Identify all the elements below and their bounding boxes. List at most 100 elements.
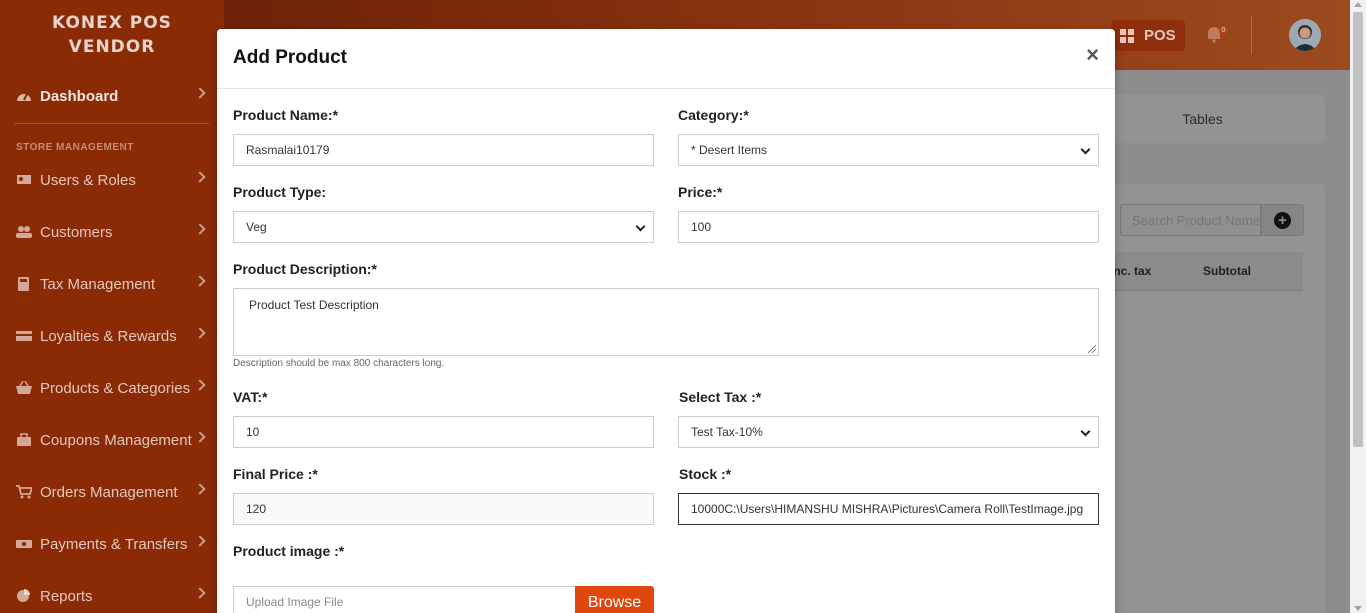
sidebar-item-coupons-management[interactable]: Coupons Management (0, 425, 224, 455)
vat-label: VAT:* (233, 389, 268, 405)
browse-button[interactable]: Browse (575, 586, 654, 613)
sidebar-divider (14, 123, 209, 124)
sidebar-item-dashboard[interactable]: Dashboard (0, 81, 224, 111)
chevron-right-icon (194, 223, 206, 235)
sidebar-item-label: Loyalties & Rewards (40, 327, 177, 345)
tab-tables[interactable]: Tables (1080, 94, 1325, 143)
add-product-modal: Add Product × Product Name:* Rasmalai101… (217, 29, 1115, 613)
select-tax-value: Test Tax-10% (691, 425, 763, 439)
brand-line-1: KONEX POS (52, 13, 172, 33)
product-type-select[interactable]: Veg (233, 211, 654, 243)
upload-image-input[interactable]: Upload Image File (233, 586, 576, 613)
sidebar-item-label: Reports (40, 587, 93, 605)
sidebar-item-label: Products & Categories (40, 379, 191, 397)
select-tax-select[interactable]: Test Tax-10% (678, 416, 1099, 448)
sidebar-item-payments-transfers[interactable]: Payments & Transfers (0, 529, 224, 559)
pos-label: POS (1144, 27, 1176, 44)
sidebar-item-loyalties-rewards[interactable]: Loyalties & Rewards (0, 321, 224, 351)
sidebar: KONEX POS VENDOR Dashboard STORE MANAGEM… (0, 0, 224, 613)
product-search: + (1120, 204, 1304, 236)
product-description-label: Product Description:* (233, 261, 377, 277)
description-help-text: Description should be max 800 characters… (233, 358, 445, 369)
chevron-right-icon (194, 327, 206, 339)
modal-header: Add Product × (217, 29, 1115, 89)
add-product-button[interactable]: + (1261, 204, 1304, 236)
product-description-value: Product Test Description (249, 298, 379, 312)
pie-chart-icon (17, 589, 30, 602)
product-name-value: Rasmalai10179 (246, 143, 330, 157)
sidebar-item-label: Users & Roles (40, 171, 136, 189)
modal-title: Add Product (233, 47, 347, 68)
brand-line-2: VENDOR (68, 37, 156, 57)
topbar-divider (1251, 16, 1252, 54)
sidebar-item-customers[interactable]: Customers (0, 217, 224, 247)
pos-button[interactable]: POS (1111, 20, 1185, 51)
category-select[interactable]: * Desert Items (678, 134, 1099, 166)
vat-input[interactable]: 10 (233, 416, 654, 448)
card-icon (16, 331, 32, 341)
calculator-icon (18, 277, 29, 291)
dashboard-icon (17, 93, 31, 101)
section-label: STORE MANAGEMENT (16, 142, 134, 153)
product-image-label: Product image :* (233, 543, 345, 559)
vat-value: 10 (246, 425, 260, 439)
avatar[interactable] (1289, 19, 1321, 51)
category-value: * Desert Items (691, 143, 768, 157)
stock-value: 10000C:\Users\HIMANSHU MISHRA\Pictures\C… (691, 502, 1084, 516)
chevron-right-icon (194, 275, 206, 287)
product-name-input[interactable]: Rasmalai10179 (233, 134, 654, 166)
product-type-value: Veg (246, 220, 267, 234)
notification-badge: 0 (1219, 26, 1228, 35)
briefcase-icon (17, 433, 31, 446)
sidebar-item-label: Tax Management (40, 275, 156, 293)
user-avatar-icon (1289, 19, 1321, 51)
chevron-down-icon (1080, 144, 1091, 155)
chevron-right-icon (194, 171, 206, 183)
sidebar-item-label: Customers (40, 223, 113, 241)
price-value: 100 (691, 220, 712, 234)
price-label: Price:* (678, 184, 723, 200)
upload-image-placeholder: Upload Image File (246, 595, 344, 609)
plus-circle-icon: + (1274, 211, 1291, 229)
tab-tables-label: Tables (1182, 110, 1223, 127)
chevron-down-icon (1080, 426, 1091, 437)
order-panel (1080, 184, 1325, 613)
scroll-down-icon[interactable] (1354, 606, 1362, 611)
search-input[interactable] (1120, 204, 1261, 236)
product-description-textarea[interactable]: Product Test Description (233, 288, 1099, 356)
final-price-label: Final Price :* (233, 466, 318, 482)
money-icon (16, 540, 32, 548)
sidebar-item-label: Coupons Management (40, 431, 192, 449)
sidebar-item-label: Orders Management (40, 483, 178, 501)
final-price-input[interactable]: 120 (233, 493, 654, 525)
scrollbar-thumb[interactable] (1353, 12, 1363, 447)
brand-logo[interactable]: KONEX POS VENDOR (0, 0, 224, 68)
scroll-up-icon[interactable] (1354, 2, 1362, 7)
chevron-right-icon (194, 483, 206, 495)
final-price-value: 120 (246, 502, 267, 516)
chevron-right-icon (194, 379, 206, 391)
sidebar-item-reports[interactable]: Reports (0, 581, 224, 611)
page-scrollbar[interactable] (1350, 0, 1366, 613)
column-header-subtotal: Subtotal (1203, 264, 1251, 278)
sidebar-item-products-categories[interactable]: Products & Categories (0, 373, 224, 403)
product-type-label: Product Type: (233, 184, 327, 200)
chevron-right-icon (194, 587, 206, 599)
sidebar-item-label: Dashboard (40, 87, 119, 105)
sidebar-item-tax-management[interactable]: Tax Management (0, 269, 224, 299)
close-button[interactable]: × (1086, 44, 1099, 66)
product-name-label: Product Name:* (233, 107, 339, 123)
grid-icon (1120, 28, 1134, 43)
chevron-down-icon (635, 221, 646, 232)
category-label: Category:* (678, 107, 749, 123)
chevron-right-icon (194, 87, 206, 99)
sidebar-item-users-roles[interactable]: Users & Roles (0, 165, 224, 195)
cart-icon (16, 485, 32, 499)
customers-icon (16, 226, 32, 238)
stock-label: Stock :* (679, 466, 732, 482)
stock-input[interactable]: 10000C:\Users\HIMANSHU MISHRA\Pictures\C… (678, 493, 1099, 525)
resize-handle-icon[interactable] (1088, 345, 1096, 353)
price-input[interactable]: 100 (678, 211, 1099, 243)
sidebar-item-label: Payments & Transfers (40, 535, 188, 553)
sidebar-item-orders-management[interactable]: Orders Management (0, 477, 224, 507)
